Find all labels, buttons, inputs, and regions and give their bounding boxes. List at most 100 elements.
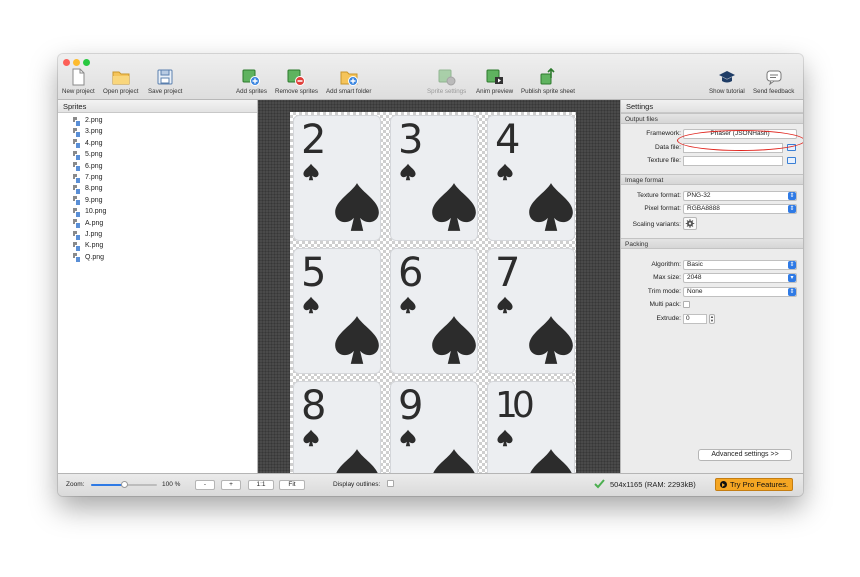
image-file-icon: [73, 196, 81, 207]
card-rank: 4: [495, 117, 520, 163]
trim-mode-value: None: [687, 287, 703, 295]
card-rank: 5: [301, 250, 326, 296]
sprite-list-item[interactable]: 4.png: [58, 138, 257, 150]
pixel-format-label: Pixel format:: [644, 205, 681, 212]
multi-pack-checkbox[interactable]: [683, 301, 690, 308]
try-pro-button[interactable]: Try Pro Features.: [715, 478, 793, 491]
sprite-settings-icon: [438, 69, 456, 86]
card-rank: 7: [495, 250, 520, 296]
sprite-list-item[interactable]: Q.png: [58, 252, 257, 264]
texture-format-label: Texture format:: [637, 191, 681, 199]
max-size-select[interactable]: 2048 ▾: [683, 273, 797, 283]
sprite-list-item[interactable]: 7.png: [58, 172, 257, 184]
publish-sprite-sheet-button[interactable]: Publish sprite sheet: [521, 68, 575, 98]
new-project-icon: [72, 68, 85, 86]
sprite-list-item[interactable]: 9.png: [58, 195, 257, 207]
publish-icon: [540, 68, 555, 85]
texture-format-select[interactable]: PNG-32 ⇕: [683, 190, 797, 201]
zoom-actual-size-button[interactable]: 1:1: [248, 480, 274, 490]
sprite-settings-button[interactable]: Sprite settings: [427, 68, 466, 98]
sprite-list-item[interactable]: 8.png: [58, 183, 257, 196]
add-smart-folder-button[interactable]: Add smart folder: [326, 68, 371, 98]
data-file-label: Data file:: [654, 143, 681, 151]
sprite-list-item[interactable]: 2.png: [58, 115, 257, 127]
image-file-icon: [73, 128, 81, 139]
extrude-stepper[interactable]: ▲ ▼: [709, 313, 715, 324]
extrude-field[interactable]: 0: [683, 313, 707, 324]
spade-icon: [497, 296, 513, 314]
sprite-sheet-canvas[interactable]: 2 3 4 5 6 7 8 9 10: [258, 100, 620, 473]
window-zoom-button[interactable]: [83, 59, 90, 66]
algorithm-select[interactable]: Basic ⇕: [683, 259, 797, 270]
show-tutorial-button[interactable]: Show tutorial: [709, 68, 745, 98]
window-close-button[interactable]: [63, 59, 70, 66]
new-project-button[interactable]: New project: [62, 68, 95, 98]
remove-sprites-button[interactable]: Remove sprites: [275, 68, 318, 98]
scaling-gear-button[interactable]: [683, 216, 697, 230]
playing-card-sprite[interactable]: 3: [390, 115, 478, 241]
playing-card-sprite[interactable]: 10: [487, 381, 575, 473]
save-icon: [157, 69, 173, 85]
scaling-variants-label: Scaling variants:: [632, 220, 681, 228]
extrude-row: Extrude: 0 ▲ ▼: [621, 313, 803, 327]
settings-header: Settings: [621, 100, 803, 113]
card-rank: 6: [398, 250, 423, 296]
playing-card-sprite[interactable]: 2: [293, 115, 381, 241]
multi-pack-row: Multi pack:: [621, 299, 803, 313]
window-minimize-button[interactable]: [73, 59, 80, 66]
spade-icon: [432, 316, 476, 364]
zoom-fit-button[interactable]: Fit: [279, 480, 305, 490]
image-file-icon: [73, 173, 81, 184]
toolbar: New project Open project Save project Ad…: [58, 54, 803, 100]
sprite-list-item[interactable]: J.png: [58, 229, 257, 241]
framework-label: Framework:: [646, 130, 681, 137]
chevron-down-icon: ▾: [788, 274, 796, 282]
zoom-out-button[interactable]: -: [195, 480, 215, 490]
playing-card-sprite[interactable]: 7: [487, 248, 575, 374]
playing-card-sprite[interactable]: 4: [487, 115, 575, 241]
add-sprites-button[interactable]: Add sprites: [236, 68, 267, 98]
sprite-list-item[interactable]: 10.png: [58, 206, 257, 218]
anim-preview-button[interactable]: Anim preview: [476, 68, 513, 98]
card-rank: 3: [398, 117, 423, 163]
algorithm-label: Algorithm:: [651, 260, 681, 268]
zoom-in-button[interactable]: +: [221, 480, 241, 490]
sprite-filename: 10.png: [85, 208, 107, 216]
texture-file-field[interactable]: [683, 156, 783, 166]
playing-card-sprite[interactable]: 8: [293, 381, 381, 473]
sprite-list-item[interactable]: 5.png: [58, 149, 257, 161]
playing-card-sprite[interactable]: 6: [390, 248, 478, 374]
sprite-list-item[interactable]: 6.png: [58, 161, 257, 173]
spade-icon: [335, 316, 379, 364]
spade-icon: [400, 429, 416, 447]
pixel-format-select[interactable]: RGBA8888 ⇕: [683, 204, 797, 214]
max-size-row: Max size: 2048 ▾: [621, 272, 803, 286]
checkmark-icon: [594, 479, 605, 489]
sprite-list-item[interactable]: K.png: [58, 240, 257, 252]
trim-mode-row: Trim mode: None ⇕: [621, 286, 803, 300]
open-project-button[interactable]: Open project: [103, 68, 138, 98]
chevron-updown-icon: ⇕: [788, 205, 796, 213]
texture-format-row: Texture format: PNG-32 ⇕: [621, 190, 803, 204]
sprite-list-item[interactable]: 3.png: [58, 126, 257, 139]
image-file-icon: [73, 162, 81, 173]
texture-file-folder-icon[interactable]: [787, 157, 796, 164]
spade-icon: [497, 429, 513, 447]
zoom-slider-thumb[interactable]: [120, 481, 128, 488]
card-rank: 10: [495, 385, 535, 426]
spade-icon: [400, 296, 416, 314]
settings-panel: Settings Output files Framework: Phaser …: [620, 100, 803, 473]
save-project-button[interactable]: Save project: [148, 68, 182, 98]
playing-card-sprite[interactable]: 5: [293, 248, 381, 374]
advanced-settings-button[interactable]: Advanced settings >>: [698, 449, 792, 461]
send-feedback-button[interactable]: Send feedback: [753, 68, 794, 98]
anim-preview-icon: [486, 69, 503, 84]
display-outlines-checkbox[interactable]: [387, 480, 394, 487]
card-rank: 9: [398, 383, 423, 429]
playing-card-sprite[interactable]: 9: [390, 381, 478, 473]
trim-mode-select[interactable]: None ⇕: [683, 286, 797, 297]
sprite-filename: A.png: [85, 219, 104, 227]
spade-icon: [529, 316, 573, 364]
sprite-list-item[interactable]: A.png: [58, 218, 257, 230]
spade-icon: [530, 449, 572, 473]
